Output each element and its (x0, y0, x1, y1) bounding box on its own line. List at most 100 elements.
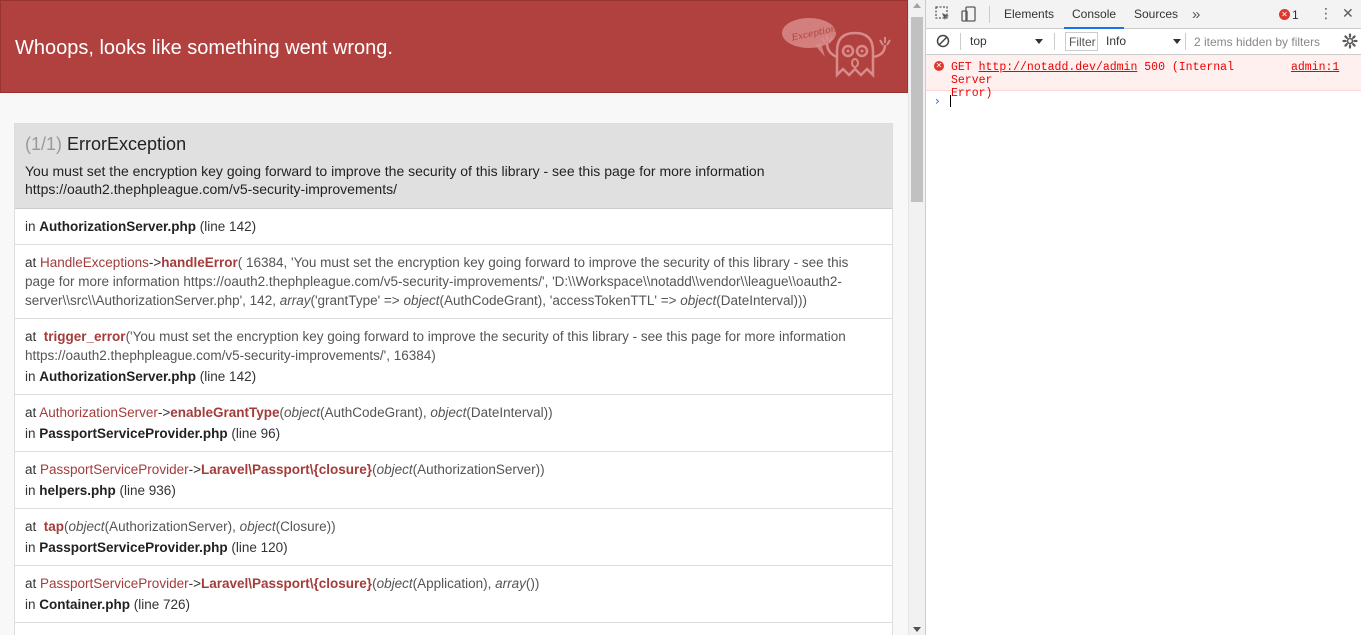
error-badge-icon[interactable]: ✕ (1279, 9, 1290, 20)
trace-args: (Application), (412, 576, 496, 591)
trace-function: trigger_error (43, 329, 126, 344)
log-level-select[interactable]: Info (1106, 34, 1126, 48)
clear-console-icon[interactable] (936, 34, 950, 48)
trace-arg-type: object (403, 293, 440, 308)
inspect-element-icon[interactable] (934, 5, 952, 23)
trace-function: tap (43, 519, 65, 534)
device-toolbar-icon[interactable] (960, 5, 978, 23)
trace-in-label: in (25, 540, 40, 555)
tab-sources[interactable]: Sources (1134, 0, 1178, 29)
devtools-toolbar: Elements Console Sources » ✕ 1 ⋮ ✕ (926, 0, 1361, 29)
source-link[interactable]: admin:1 (1291, 61, 1339, 74)
console-prompt[interactable]: › (926, 91, 1361, 111)
request-method: GET (951, 61, 972, 74)
trace-function: enableGrantType (170, 405, 280, 420)
trace-arg-type: array (495, 576, 526, 591)
console-error-message: ✕ GET http://notadd.dev/admin 500 (Inter… (926, 55, 1361, 100)
trace-args: (DateInterval)) (466, 405, 553, 420)
hidden-items-count: 2 items hidden by filters (1194, 35, 1321, 49)
exception-message-url: https://oauth2.thephpleague.com/v5-secur… (25, 181, 397, 197)
more-tabs-button[interactable]: » (1192, 0, 1200, 29)
trace-args: ('grantType' => (310, 293, 404, 308)
scroll-down-arrow-icon[interactable] (913, 627, 921, 632)
exception-count: (1/1) (25, 134, 63, 154)
close-icon[interactable]: ✕ (1342, 5, 1354, 23)
gear-icon[interactable] (1342, 33, 1358, 49)
trace-args: (Closure)) (275, 519, 336, 534)
console-filter-input[interactable]: Filter (1065, 32, 1098, 51)
trace-row: at AuthorizationServer->enableGrantType (… (15, 395, 892, 452)
trace-row: in AuthorizationServer.php (line 142) (15, 209, 892, 245)
trace-row: at tap(object(AuthorizationServer), obje… (15, 509, 892, 566)
trace-arg-type: object (376, 576, 413, 591)
error-banner: Whoops, looks like something went wrong.… (0, 0, 908, 93)
error-icon: ✕ (934, 61, 944, 71)
trace-args: (DateInterval))) (716, 293, 808, 308)
exception-header: (1/1) ErrorException You must set the en… (15, 124, 892, 209)
trace-line: (line 120) (227, 540, 288, 555)
tab-elements[interactable]: Elements (1004, 0, 1054, 29)
trace-args: (AuthorizationServer)) (412, 462, 545, 477)
trace-at-label: at (25, 462, 41, 477)
trace-line: (line 142) (196, 369, 257, 384)
kebab-menu-icon[interactable]: ⋮ (1319, 5, 1333, 23)
error-page: Whoops, looks like something went wrong.… (0, 0, 908, 635)
trace-arg-type: array (279, 293, 311, 308)
trace-at-label: at (25, 329, 41, 344)
exception-type: ErrorException (67, 134, 187, 154)
context-select[interactable]: top (970, 34, 987, 48)
trace-arg-type: object (680, 293, 717, 308)
trace-args: ()) (525, 576, 540, 591)
trace-function: Laravel\Passport\{closure} (200, 462, 373, 477)
trace-in-label: in (25, 426, 40, 441)
trace-row: at HandleExceptions->handleError( 16384,… (15, 245, 892, 319)
scroll-up-arrow-icon[interactable] (913, 3, 921, 8)
chevron-down-icon[interactable] (1035, 39, 1043, 44)
tab-console[interactable]: Console (1064, 0, 1125, 29)
chevron-down-icon[interactable] (1173, 39, 1181, 44)
trace-function: handleError (161, 255, 238, 270)
exception-panel: (1/1) ErrorException You must set the en… (14, 123, 893, 635)
whoops-ghost-icon: Exception! (782, 18, 891, 79)
trace-args: ('You must set the encryption key going … (25, 329, 846, 363)
trace-arg-type: object (68, 519, 105, 534)
trace-file: AuthorizationServer.php (39, 219, 197, 234)
trace-file: Container.php (39, 597, 131, 612)
trace-in-label: in (25, 219, 40, 234)
scrollbar-thumb[interactable] (911, 17, 923, 202)
trace-class: HandleExceptions (40, 255, 149, 270)
trace-file: helpers.php (39, 483, 116, 498)
trace-in-label: in (25, 369, 40, 384)
page-scrollbar[interactable] (908, 0, 925, 635)
trace-line: (line 142) (196, 219, 257, 234)
trace-args: (AuthorizationServer), (104, 519, 240, 534)
trace-line: (line 936) (115, 483, 176, 498)
request-url-link[interactable]: http://notadd.dev/admin (979, 61, 1138, 74)
trace-arrow: -> (188, 576, 201, 591)
trace-arrow: -> (148, 255, 162, 270)
trace-in-label: in (25, 597, 40, 612)
trace-at-label: at (25, 519, 41, 534)
trace-row: at PassportServiceProvider->Laravel\Pass… (15, 566, 892, 623)
trace-function: Laravel\Passport\{closure} (200, 576, 373, 591)
trace-file: PassportServiceProvider.php (39, 540, 228, 555)
trace-arrow: -> (188, 462, 201, 477)
trace-args: (AuthCodeGrant), (320, 405, 431, 420)
trace-line: (line 96) (227, 426, 281, 441)
trace-arg-type: object (284, 405, 321, 420)
trace-class: PassportServiceProvider (40, 576, 189, 591)
trace-file: PassportServiceProvider.php (39, 426, 228, 441)
trace-row: at PassportServiceProvider->Laravel\Pass… (15, 452, 892, 509)
console-filter-bar: top Filter Info 2 items hidden by filter… (926, 29, 1361, 55)
exception-message-line: You must set the encryption key going fo… (25, 163, 765, 179)
trace-at-label: at (25, 405, 40, 420)
text-caret (950, 95, 951, 107)
prompt-chevron-icon: › (935, 94, 940, 108)
trace-file: AuthorizationServer.php (39, 369, 197, 384)
trace-arrow: -> (157, 405, 171, 420)
banner-title: Whoops, looks like something went wrong. (15, 37, 393, 59)
error-badge-count[interactable]: 1 (1292, 8, 1299, 22)
trace-class: AuthorizationServer (39, 405, 158, 420)
trace-class: PassportServiceProvider (40, 462, 189, 477)
trace-arg-type: object (239, 519, 276, 534)
